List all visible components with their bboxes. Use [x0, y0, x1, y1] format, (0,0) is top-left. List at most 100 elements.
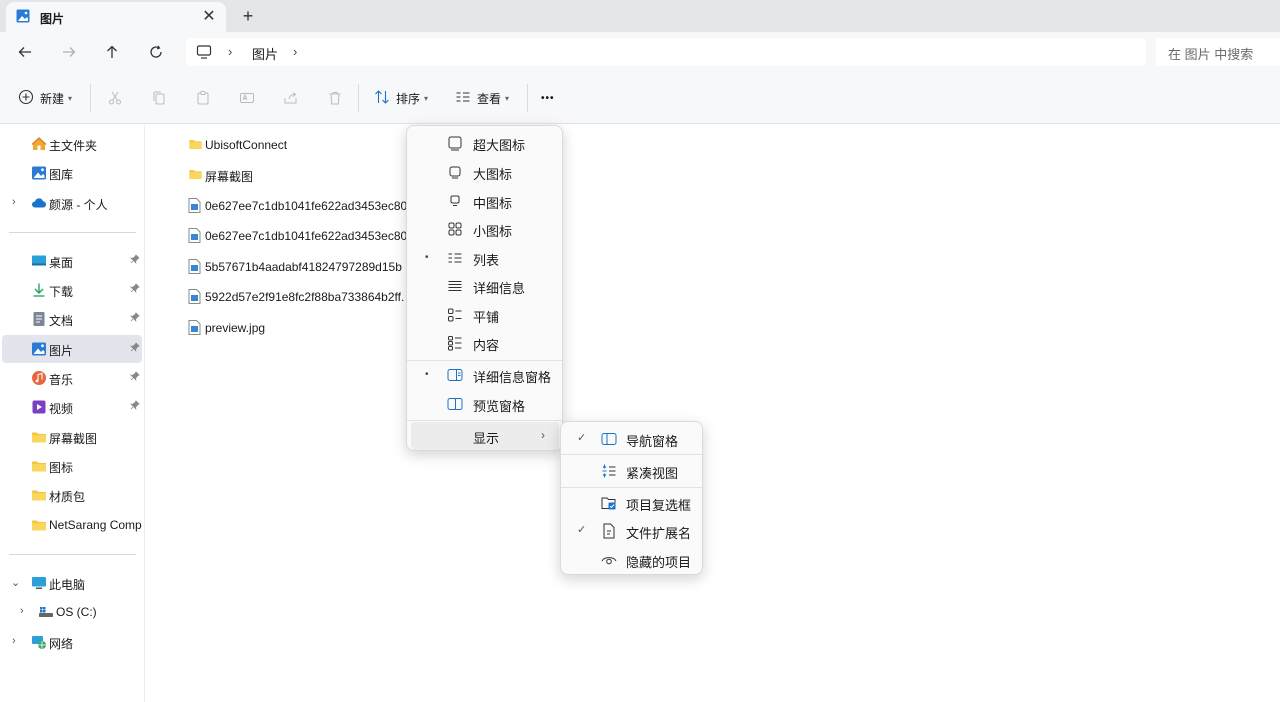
- sidebar-item-label: 屏幕截图: [49, 432, 98, 446]
- copy-icon[interactable]: [149, 88, 169, 108]
- sidebar-item-materials[interactable]: 材质包: [2, 481, 142, 509]
- item-checkbox-icon: [601, 495, 617, 514]
- pin-icon[interactable]: [129, 371, 140, 384]
- close-icon[interactable]: ✕: [198, 6, 220, 28]
- music-icon: [31, 370, 47, 389]
- menu-item-content[interactable]: 内容: [411, 329, 559, 357]
- menu-item-label: 列表: [473, 253, 500, 268]
- new-button[interactable]: 新建 ▾: [18, 86, 72, 110]
- image-file-icon: [188, 228, 201, 246]
- sidebar-item-downloads[interactable]: 下载: [2, 276, 142, 304]
- sidebar-item-music[interactable]: 音乐: [2, 364, 142, 392]
- breadcrumb-pictures[interactable]: 图片: [252, 44, 278, 63]
- sidebar-item-label: 图库: [49, 168, 74, 182]
- menu-item-compact-view[interactable]: 紧凑视图: [565, 457, 699, 485]
- sidebar-item-netsarang[interactable]: NetSarang Compu: [2, 511, 142, 539]
- forward-arrow-icon[interactable]: [57, 40, 81, 64]
- chevron-right-icon[interactable]: ›: [12, 196, 16, 208]
- up-arrow-icon[interactable]: [100, 40, 124, 64]
- file-name: UbisoftConnect: [205, 138, 288, 152]
- folder-icon: [31, 429, 47, 448]
- pictures-icon: [16, 9, 30, 26]
- file-name: 屏幕截图: [205, 170, 254, 184]
- details-icon: [447, 278, 463, 297]
- menu-item-details-pane[interactable]: • 详细信息窗格: [411, 361, 559, 389]
- menu-item-show[interactable]: 显示 ›: [411, 422, 559, 450]
- menu-item-list[interactable]: • 列表: [411, 244, 559, 272]
- sidebar-item-this-pc[interactable]: ⌄ 此电脑: [2, 569, 142, 597]
- sidebar-item-label: 桌面: [49, 256, 74, 270]
- more-options-button[interactable]: •••: [541, 86, 555, 110]
- share-icon[interactable]: [281, 88, 301, 108]
- sidebar-item-onedrive[interactable]: › 颜源 - 个人: [2, 189, 142, 217]
- sidebar-item-gallery[interactable]: 图库: [2, 159, 142, 187]
- folder-icon: [188, 137, 203, 154]
- computer-icon: [31, 575, 47, 594]
- chevron-down-icon[interactable]: ⌄: [11, 576, 20, 589]
- image-file-icon: [188, 198, 201, 216]
- sort-button[interactable]: 排序 ▾: [374, 86, 428, 110]
- menu-item-label: 内容: [473, 338, 500, 353]
- selected-bullet: •: [425, 369, 429, 380]
- menu-item-preview-pane[interactable]: 预览窗格: [411, 390, 559, 418]
- menu-item-file-extensions[interactable]: ✓ 文件扩展名: [565, 517, 699, 545]
- tab-bar: 图片 ✕ +: [0, 0, 1280, 32]
- cut-icon[interactable]: [105, 88, 125, 108]
- menu-item-tiles[interactable]: 平铺: [411, 301, 559, 329]
- sidebar-item-pictures[interactable]: 图片: [2, 335, 142, 363]
- back-arrow-icon[interactable]: [13, 40, 37, 64]
- view-list-icon: [455, 89, 471, 108]
- sidebar-item-screenshots[interactable]: 屏幕截图: [2, 423, 142, 451]
- menu-item-details[interactable]: 详细信息: [411, 272, 559, 300]
- sidebar-item-label: 文档: [49, 314, 74, 328]
- paste-icon[interactable]: [193, 88, 213, 108]
- rename-icon[interactable]: [237, 88, 257, 108]
- view-button[interactable]: 查看 ▾: [455, 86, 509, 110]
- tab-title: 图片: [40, 12, 65, 26]
- sidebar-item-home[interactable]: 主文件夹: [2, 130, 142, 158]
- menu-item-item-checkboxes[interactable]: 项目复选框: [565, 489, 699, 517]
- chevron-right-icon[interactable]: ›: [12, 635, 16, 647]
- breadcrumb-separator[interactable]: ›: [293, 44, 297, 59]
- menu-item-label: 导航窗格: [626, 434, 679, 449]
- delete-icon[interactable]: [325, 88, 345, 108]
- pin-icon[interactable]: [129, 312, 140, 325]
- sidebar-item-icons[interactable]: 图标: [2, 452, 142, 480]
- sidebar-item-os-c[interactable]: › OS (C:): [2, 598, 142, 626]
- sidebar-item-desktop[interactable]: 桌面: [2, 247, 142, 275]
- menu-item-large-icons[interactable]: 大图标: [411, 158, 559, 186]
- menu-item-navigation-pane[interactable]: ✓ 导航窗格: [565, 425, 699, 453]
- new-tab-button[interactable]: +: [236, 4, 260, 28]
- breadcrumb-separator[interactable]: ›: [228, 44, 232, 59]
- drive-icon: [38, 604, 54, 623]
- navigation-pane: 主文件夹 图库 › 颜源 - 个人 桌面 下载 文档 图片 音乐 视频 屏幕截图…: [0, 125, 145, 702]
- chevron-down-icon: ▾: [68, 93, 73, 103]
- tab-pictures[interactable]: 图片 ✕: [6, 2, 226, 32]
- pin-icon[interactable]: [129, 254, 140, 267]
- image-file-icon: [188, 320, 201, 338]
- refresh-icon[interactable]: [144, 40, 168, 64]
- menu-item-hidden-items[interactable]: 隐藏的项目: [565, 546, 699, 574]
- video-icon: [31, 399, 47, 418]
- pin-icon[interactable]: [129, 283, 140, 296]
- address-bar[interactable]: › 图片 ›: [186, 38, 1146, 66]
- sidebar-item-network[interactable]: › 网络: [2, 628, 142, 656]
- sidebar-item-documents[interactable]: 文档: [2, 305, 142, 333]
- menu-item-medium-icons[interactable]: 中图标: [411, 187, 559, 215]
- search-placeholder: 在 图片 中搜索: [1168, 47, 1254, 62]
- sidebar-item-videos[interactable]: 视频: [2, 393, 142, 421]
- chevron-right-icon[interactable]: ›: [20, 605, 24, 617]
- search-input[interactable]: 在 图片 中搜索: [1156, 38, 1280, 66]
- file-name: 5b57671b4aadabf41824797289d15b: [205, 260, 402, 274]
- menu-item-small-icons[interactable]: 小图标: [411, 215, 559, 243]
- chevron-down-icon: ▾: [424, 93, 429, 103]
- menu-item-label: 隐藏的项目: [626, 555, 692, 570]
- sidebar-item-label: 视频: [49, 402, 74, 416]
- gallery-icon: [31, 165, 47, 184]
- menu-item-extra-large-icons[interactable]: 超大图标: [411, 129, 559, 157]
- pin-icon[interactable]: [129, 342, 140, 355]
- checkmark-icon: ✓: [577, 432, 587, 444]
- pin-icon[interactable]: [129, 400, 140, 413]
- sidebar-item-label: NetSarang Compu: [49, 518, 142, 532]
- sidebar-item-label: 主文件夹: [49, 139, 98, 153]
